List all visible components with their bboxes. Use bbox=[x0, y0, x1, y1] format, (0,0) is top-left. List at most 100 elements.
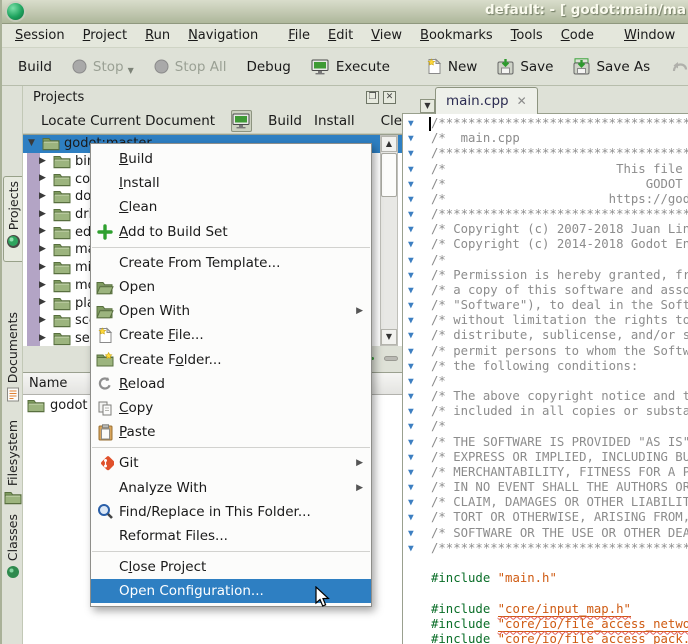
fold-marker-icon[interactable]: ▼ bbox=[408, 389, 414, 404]
menu-item-add-to-build-set[interactable]: Add to Build Set bbox=[91, 220, 371, 244]
menu-file[interactable]: File bbox=[279, 25, 319, 46]
expand-arrow-icon[interactable]: ▶ bbox=[39, 315, 46, 325]
menu-item-create-folder[interactable]: Create Folder... bbox=[91, 348, 371, 372]
dock-tab-filesystem[interactable]: Filesystem bbox=[3, 416, 22, 509]
menu-item-git[interactable]: Git▶ bbox=[91, 451, 371, 475]
fold-marker-icon[interactable]: ▼ bbox=[408, 192, 414, 207]
panel-install-button[interactable]: Install bbox=[308, 111, 361, 131]
panel-build-button[interactable]: Build bbox=[262, 111, 308, 131]
fold-marker-icon[interactable]: ▼ bbox=[408, 435, 414, 450]
dock-tab-documents[interactable]: Documents bbox=[3, 308, 22, 406]
fold-marker-icon[interactable]: ▼ bbox=[408, 374, 414, 389]
locate-current-document-button[interactable]: Locate Current Document bbox=[35, 111, 221, 131]
menu-item-reformat-files[interactable]: Reformat Files... bbox=[91, 524, 371, 548]
menu-item-install[interactable]: Install bbox=[91, 171, 371, 195]
fold-marker-icon[interactable]: ▼ bbox=[408, 162, 414, 177]
expand-arrow-icon[interactable]: ▶ bbox=[39, 156, 46, 166]
panel-float-button[interactable]: ❐ bbox=[366, 91, 379, 104]
menu-item-create-file[interactable]: Create File... bbox=[91, 323, 371, 347]
fold-marker-icon[interactable]: ▼ bbox=[408, 404, 414, 419]
fold-marker-icon[interactable]: ▼ bbox=[408, 328, 414, 343]
fold-marker-icon[interactable]: ▼ bbox=[408, 495, 414, 510]
fold-marker-icon[interactable]: ▼ bbox=[408, 541, 414, 556]
toolbar-debug-button[interactable]: Debug bbox=[238, 54, 298, 80]
fold-marker-icon[interactable]: ▼ bbox=[408, 480, 414, 495]
toolbar-stop-button[interactable]: Stop▼ bbox=[64, 54, 142, 80]
menu-view[interactable]: View bbox=[362, 25, 411, 46]
tab-main-cpp[interactable]: main.cpp ✕ bbox=[435, 87, 538, 114]
fold-marker-icon[interactable]: ▼ bbox=[408, 344, 414, 359]
menu-bookmarks[interactable]: Bookmarks bbox=[411, 25, 502, 46]
toolbar-und-button[interactable]: Und bbox=[662, 54, 688, 80]
splitter-grip[interactable] bbox=[384, 356, 398, 361]
expand-arrow-icon[interactable]: ▶ bbox=[39, 280, 46, 290]
code-view[interactable]: ▼/**************************************… bbox=[402, 114, 688, 644]
label: Stop All bbox=[175, 59, 227, 75]
menu-item-build[interactable]: Build bbox=[91, 147, 371, 171]
fold-marker-icon[interactable]: ▼ bbox=[408, 177, 414, 192]
menu-sett[interactable]: Sett bbox=[684, 25, 688, 46]
toolbar-save-button[interactable]: Save bbox=[489, 53, 561, 80]
toolbar-stop-all-button[interactable]: Stop All bbox=[146, 54, 235, 80]
menu-project[interactable]: Project bbox=[74, 25, 137, 46]
fold-marker-icon[interactable]: ▼ bbox=[408, 450, 414, 465]
dock-tab-projects[interactable]: Projects bbox=[3, 176, 22, 262]
menu-window[interactable]: Window bbox=[615, 25, 684, 46]
execute-target-button[interactable] bbox=[231, 110, 252, 132]
toolbar-new-button[interactable]: New bbox=[418, 53, 485, 80]
fold-marker-icon[interactable]: ▼ bbox=[408, 116, 414, 131]
collapse-arrow-icon[interactable]: ▼ bbox=[28, 138, 35, 148]
menu-item-paste[interactable]: Paste bbox=[91, 420, 371, 444]
menu-item-clean[interactable]: Clean bbox=[91, 195, 371, 219]
menu-item-analyze-with[interactable]: Analyze With▶ bbox=[91, 475, 371, 499]
fold-marker-icon[interactable]: ▼ bbox=[408, 146, 414, 161]
scroll-up-button[interactable]: ▲ bbox=[381, 136, 397, 152]
toolbar-save-as-button[interactable]: Save As bbox=[565, 53, 658, 80]
title-bar[interactable]: default: - [ godot:main/ma bbox=[2, 0, 688, 24]
menu-item-close-project[interactable]: Close Project bbox=[91, 555, 371, 579]
menu-tools[interactable]: Tools bbox=[502, 25, 552, 46]
dock-tab-classes[interactable]: Classes bbox=[3, 510, 22, 583]
toolbar-build-button[interactable]: Build bbox=[10, 54, 60, 80]
fold-marker-icon[interactable]: ▼ bbox=[408, 222, 414, 237]
fold-marker-icon[interactable]: ▼ bbox=[408, 419, 414, 434]
fold-marker-icon[interactable]: ▼ bbox=[408, 359, 414, 374]
menu-edit[interactable]: Edit bbox=[319, 25, 362, 46]
menu-item-create-from-template[interactable]: Create From Template... bbox=[91, 251, 371, 275]
menu-code[interactable]: Code bbox=[552, 25, 603, 46]
fold-marker-icon[interactable]: ▼ bbox=[408, 526, 414, 541]
fold-marker-icon[interactable]: ▼ bbox=[408, 207, 414, 222]
fold-marker-icon[interactable]: ▼ bbox=[408, 268, 414, 283]
expand-arrow-icon[interactable]: ▶ bbox=[39, 244, 46, 254]
fold-marker-icon[interactable]: ▼ bbox=[408, 510, 414, 525]
fold-marker-icon[interactable]: ▼ bbox=[408, 131, 414, 146]
fold-marker-icon[interactable]: ▼ bbox=[408, 253, 414, 268]
expand-arrow-icon[interactable]: ▶ bbox=[39, 262, 46, 272]
menu-item-open[interactable]: Open bbox=[91, 275, 371, 299]
menu-item-reload[interactable]: Reload bbox=[91, 372, 371, 396]
menu-item-copy[interactable]: Copy bbox=[91, 396, 371, 420]
scroll-down-button[interactable]: ▼ bbox=[381, 329, 397, 345]
fold-marker-icon[interactable]: ▼ bbox=[408, 465, 414, 480]
menu-session[interactable]: Session bbox=[6, 25, 74, 46]
menu-item-open-with[interactable]: Open With▶ bbox=[91, 299, 371, 323]
fold-marker-icon[interactable]: ▼ bbox=[408, 313, 414, 328]
menu-navigation[interactable]: Navigation bbox=[179, 25, 267, 46]
fold-marker-icon[interactable]: ▼ bbox=[408, 298, 414, 313]
expand-arrow-icon[interactable]: ▶ bbox=[39, 297, 46, 307]
fold-marker-icon[interactable]: ▼ bbox=[408, 237, 414, 252]
tree-scrollbar[interactable]: ▲ ▼ bbox=[380, 135, 398, 346]
panel-close-button[interactable]: ✕ bbox=[383, 91, 396, 104]
expand-arrow-icon[interactable]: ▶ bbox=[39, 226, 46, 236]
expand-arrow-icon[interactable]: ▶ bbox=[39, 173, 46, 183]
fold-marker-icon[interactable]: ▼ bbox=[408, 283, 414, 298]
expand-arrow-icon[interactable]: ▶ bbox=[39, 333, 46, 343]
menu-run[interactable]: Run bbox=[136, 25, 179, 46]
toolbar-execute-button[interactable]: Execute bbox=[303, 54, 398, 80]
scrollbar-thumb[interactable] bbox=[381, 153, 397, 197]
tab-close-icon[interactable]: ✕ bbox=[517, 94, 527, 108]
tab-list-dropdown[interactable]: ▼ bbox=[420, 99, 435, 113]
expand-arrow-icon[interactable]: ▶ bbox=[39, 209, 46, 219]
menu-item-find-replace-in-this-folder[interactable]: Find/Replace in This Folder... bbox=[91, 500, 371, 524]
expand-arrow-icon[interactable]: ▶ bbox=[39, 191, 46, 201]
